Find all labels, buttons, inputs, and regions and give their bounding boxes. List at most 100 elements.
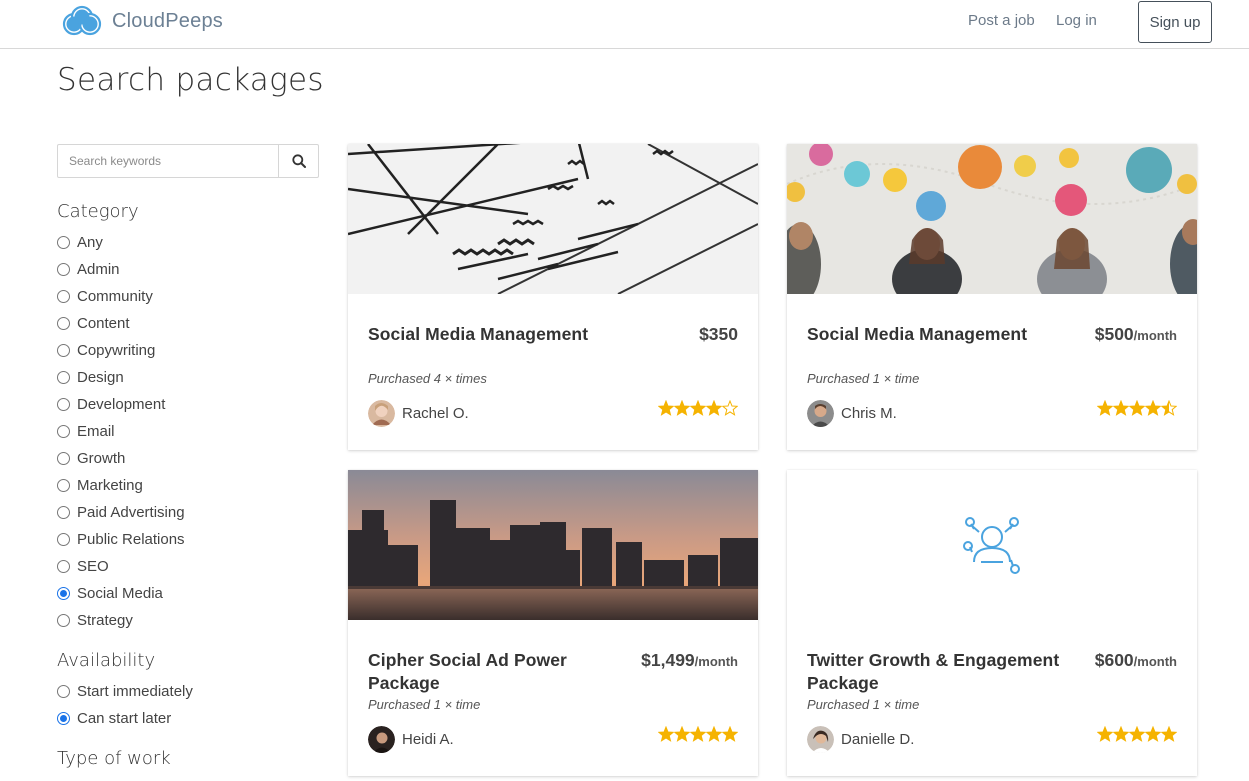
seller-avatar [807, 726, 834, 753]
seller-name: Danielle D. [841, 731, 915, 748]
category-option-email[interactable]: Email [57, 418, 185, 445]
card-title[interactable]: Social Media Management [807, 323, 1057, 346]
search-button[interactable] [278, 145, 318, 177]
radio-button[interactable] [57, 425, 70, 438]
category-option-social-media[interactable]: Social Media [57, 580, 185, 607]
price-amount: $600 [1094, 650, 1134, 670]
star-full-icon [690, 400, 706, 416]
search-icon [291, 154, 306, 168]
radio-label: Marketing [77, 477, 143, 494]
card-price: $500/month [1095, 324, 1177, 345]
radio-button[interactable] [57, 560, 70, 573]
package-card[interactable]: Cipher Social Ad Power Package $1,499/mo… [348, 470, 758, 776]
page-title: Search packages [57, 62, 324, 98]
radio-button[interactable] [57, 290, 70, 303]
radio-label: Development [77, 396, 166, 413]
radio-button[interactable] [57, 712, 70, 725]
star-empty-icon [722, 400, 738, 416]
radio-label: Any [77, 234, 103, 251]
seller[interactable]: Heidi A. [368, 726, 454, 753]
radio-label: Copywriting [77, 342, 156, 359]
category-option-development[interactable]: Development [57, 391, 185, 418]
log-in-link[interactable]: Log in [1056, 12, 1097, 29]
brand-logo[interactable]: CloudPeeps [61, 5, 223, 37]
category-heading: Category [57, 201, 139, 222]
purchase-count: Purchased 1 × time [807, 371, 920, 386]
radio-label: Community [77, 288, 153, 305]
category-option-admin[interactable]: Admin [57, 256, 185, 283]
price-period: /month [694, 654, 738, 669]
price-period: /month [1133, 328, 1177, 343]
category-option-copywriting[interactable]: Copywriting [57, 337, 185, 364]
category-option-paid-advertising[interactable]: Paid Advertising [57, 499, 185, 526]
category-option-seo[interactable]: SEO [57, 553, 185, 580]
category-option-public-relations[interactable]: Public Relations [57, 526, 185, 553]
star-full-icon [706, 726, 722, 742]
seller-name: Rachel O. [402, 405, 469, 422]
radio-button[interactable] [57, 344, 70, 357]
cloud-logo-icon [62, 5, 102, 36]
seller[interactable]: Danielle D. [807, 726, 914, 753]
radio-label: Social Media [77, 585, 163, 602]
radio-label: Email [77, 423, 115, 440]
rating-stars [1097, 726, 1177, 742]
radio-button[interactable] [57, 398, 70, 411]
card-title[interactable]: Social Media Management [368, 323, 618, 346]
post-job-link[interactable]: Post a job [968, 12, 1035, 29]
star-full-icon [722, 726, 738, 742]
radio-button[interactable] [57, 479, 70, 492]
category-option-community[interactable]: Community [57, 283, 185, 310]
availability-option-start-immediately[interactable]: Start immediately [57, 678, 193, 705]
seller-name: Heidi A. [402, 731, 454, 748]
seller-name: Chris M. [841, 405, 897, 422]
star-half-icon [1161, 400, 1177, 416]
search-input[interactable] [58, 145, 278, 177]
top-navbar: CloudPeeps Post a job Log in Sign up [0, 0, 1249, 49]
type-of-work-heading: Type of work [57, 748, 171, 769]
category-filter-list: Any Admin Community Content Copywriting Desig… [57, 229, 185, 634]
radio-button[interactable] [57, 685, 70, 698]
sign-up-button[interactable]: Sign up [1138, 1, 1212, 43]
radio-button[interactable] [57, 263, 70, 276]
star-full-icon [658, 726, 674, 742]
category-option-design[interactable]: Design [57, 364, 185, 391]
category-option-growth[interactable]: Growth [57, 445, 185, 472]
card-title[interactable]: Cipher Social Ad Power Package [368, 649, 608, 695]
search-form [57, 144, 319, 178]
radio-button[interactable] [57, 371, 70, 384]
availability-filter-list: Start immediately Can start later [57, 678, 193, 732]
package-card[interactable]: Social Media Management $350 Purchased 4… [348, 144, 758, 450]
package-card[interactable]: Twitter Growth & Engagement Package $600… [787, 470, 1197, 776]
city-skyline-image [348, 470, 758, 620]
radio-button[interactable] [57, 236, 70, 249]
seller[interactable]: Chris M. [807, 400, 897, 427]
category-option-strategy[interactable]: Strategy [57, 607, 185, 634]
availability-heading: Availability [57, 650, 156, 671]
card-title[interactable]: Twitter Growth & Engagement Package [807, 649, 1072, 695]
seller-avatar [368, 400, 395, 427]
star-full-icon [1113, 726, 1129, 742]
category-option-content[interactable]: Content [57, 310, 185, 337]
star-full-icon [658, 400, 674, 416]
availability-option-can-start-later[interactable]: Can start later [57, 705, 193, 732]
seller[interactable]: Rachel O. [368, 400, 469, 427]
star-full-icon [1161, 726, 1177, 742]
star-full-icon [1097, 400, 1113, 416]
category-option-any[interactable]: Any [57, 229, 185, 256]
wireframe-sketch-image [348, 144, 758, 294]
package-card[interactable]: Social Media Management $500/month Purch… [787, 144, 1197, 450]
radio-label: Paid Advertising [77, 504, 185, 521]
radio-button[interactable] [57, 317, 70, 330]
radio-button[interactable] [57, 587, 70, 600]
radio-button[interactable] [57, 506, 70, 519]
category-option-marketing[interactable]: Marketing [57, 472, 185, 499]
star-full-icon [1113, 400, 1129, 416]
radio-button[interactable] [57, 614, 70, 627]
purchase-count: Purchased 1 × time [807, 697, 920, 712]
radio-button[interactable] [57, 533, 70, 546]
price-amount: $500 [1094, 324, 1134, 344]
radio-label: Can start later [77, 710, 172, 727]
star-full-icon [674, 726, 690, 742]
seller-avatar [807, 400, 834, 427]
radio-button[interactable] [57, 452, 70, 465]
